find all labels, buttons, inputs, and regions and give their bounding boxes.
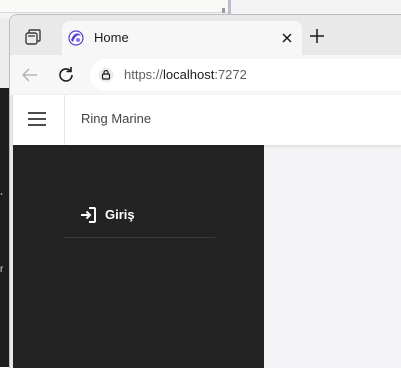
new-tab-plus-icon[interactable]: [307, 26, 327, 46]
address-url: https://localhost:7272: [124, 67, 247, 83]
background-window-bar: [0, 0, 228, 13]
browser-tab-home[interactable]: Home: [62, 21, 302, 57]
url-scheme: https://: [124, 67, 164, 82]
back-arrow-icon[interactable]: [20, 65, 40, 85]
hamburger-menu-icon[interactable]: [27, 111, 47, 127]
login-icon: [81, 207, 96, 223]
close-icon[interactable]: [278, 29, 296, 47]
app-bar-divider: [64, 95, 65, 145]
background-editor-glyph: r: [0, 264, 4, 275]
browser-toolbar: https://localhost:7272: [10, 55, 401, 95]
tab-strip: Home: [10, 15, 401, 57]
url-host: localhost: [163, 67, 215, 82]
address-bar[interactable]: https://localhost:7272: [90, 59, 401, 91]
lock-icon[interactable]: [98, 67, 114, 83]
app-top-bar: Ring Marine: [13, 95, 401, 145]
blazor-favicon-icon: [68, 30, 84, 46]
url-port: :7272: [214, 67, 247, 82]
background-editor-glyph: ¸: [0, 185, 4, 196]
refresh-icon[interactable]: [56, 65, 76, 85]
background-window-caret: [222, 8, 225, 13]
sidebar-nav: Giriş: [13, 145, 264, 368]
tab-title: Home: [94, 30, 129, 45]
browser-window: Home https://localhost:7272 Ring Marine …: [9, 14, 401, 368]
main-content: [264, 145, 401, 368]
app-brand-title: Ring Marine: [81, 111, 152, 126]
nav-item-label: Giriş: [105, 207, 135, 222]
page-viewport: Ring Marine Giriş: [13, 95, 401, 368]
nav-divider: [63, 237, 215, 238]
workspaces-icon[interactable]: [24, 28, 42, 46]
